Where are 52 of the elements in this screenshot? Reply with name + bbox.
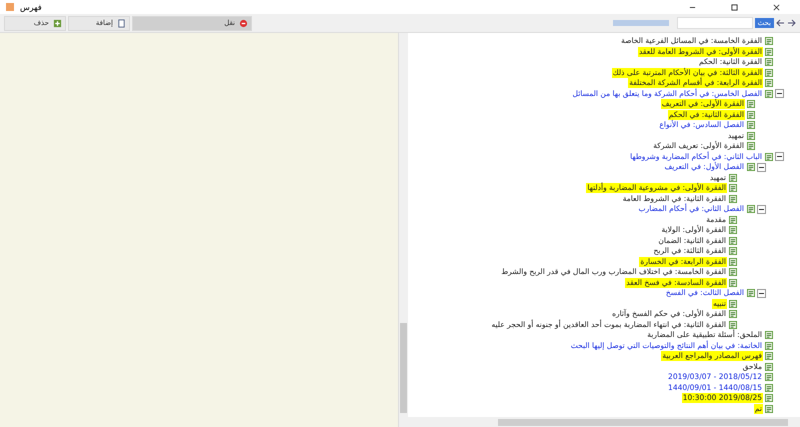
page-icon (765, 342, 773, 350)
stop-icon (239, 18, 248, 28)
collapse-icon[interactable] (775, 152, 784, 162)
search-field[interactable] (676, 17, 753, 29)
close-icon[interactable] (772, 4, 780, 10)
page-icon (765, 373, 773, 382)
page-icon (747, 289, 755, 298)
page-icon (747, 142, 755, 150)
page-icon (729, 258, 737, 266)
maximize-icon[interactable] (730, 4, 738, 10)
document-icon (117, 18, 126, 28)
page-icon (747, 121, 755, 130)
page-icon (765, 37, 773, 46)
page-icon (729, 300, 737, 308)
plus-icon (53, 18, 62, 28)
page-icon (765, 68, 773, 77)
page-icon (729, 320, 737, 329)
page-icon (747, 205, 755, 214)
page-icon (729, 247, 737, 256)
page-icon (765, 362, 773, 371)
page-icon (729, 310, 737, 318)
page-icon (747, 100, 755, 108)
page-icon (729, 226, 737, 234)
page-icon (765, 394, 773, 402)
collapse-icon[interactable] (757, 288, 766, 298)
page-icon (765, 384, 773, 392)
window-title: فهرس (20, 2, 42, 12)
page-icon (747, 163, 755, 172)
page-icon (765, 152, 773, 161)
page-icon (729, 194, 737, 203)
vertical-scrollbar[interactable] (399, 33, 408, 427)
page-icon (729, 236, 737, 245)
page-icon (765, 331, 773, 340)
page-icon (747, 110, 755, 119)
arrows-icon[interactable] (776, 19, 796, 27)
page-icon (729, 184, 737, 192)
page-icon (765, 352, 773, 360)
page-icon (765, 79, 773, 88)
horizontal-scrollbar[interactable] (408, 417, 800, 427)
collapse-icon[interactable] (757, 204, 766, 214)
page-icon (765, 58, 773, 66)
collapse-icon[interactable] (775, 89, 784, 98)
page-icon (729, 174, 737, 182)
page-icon (747, 132, 755, 140)
collapse-icon[interactable] (757, 162, 766, 172)
app-icon (6, 3, 14, 11)
page-icon (765, 404, 773, 413)
page-icon (729, 216, 737, 224)
page-icon (729, 278, 737, 287)
page-icon (729, 268, 737, 276)
page-icon (765, 48, 773, 56)
page-icon (765, 90, 773, 98)
